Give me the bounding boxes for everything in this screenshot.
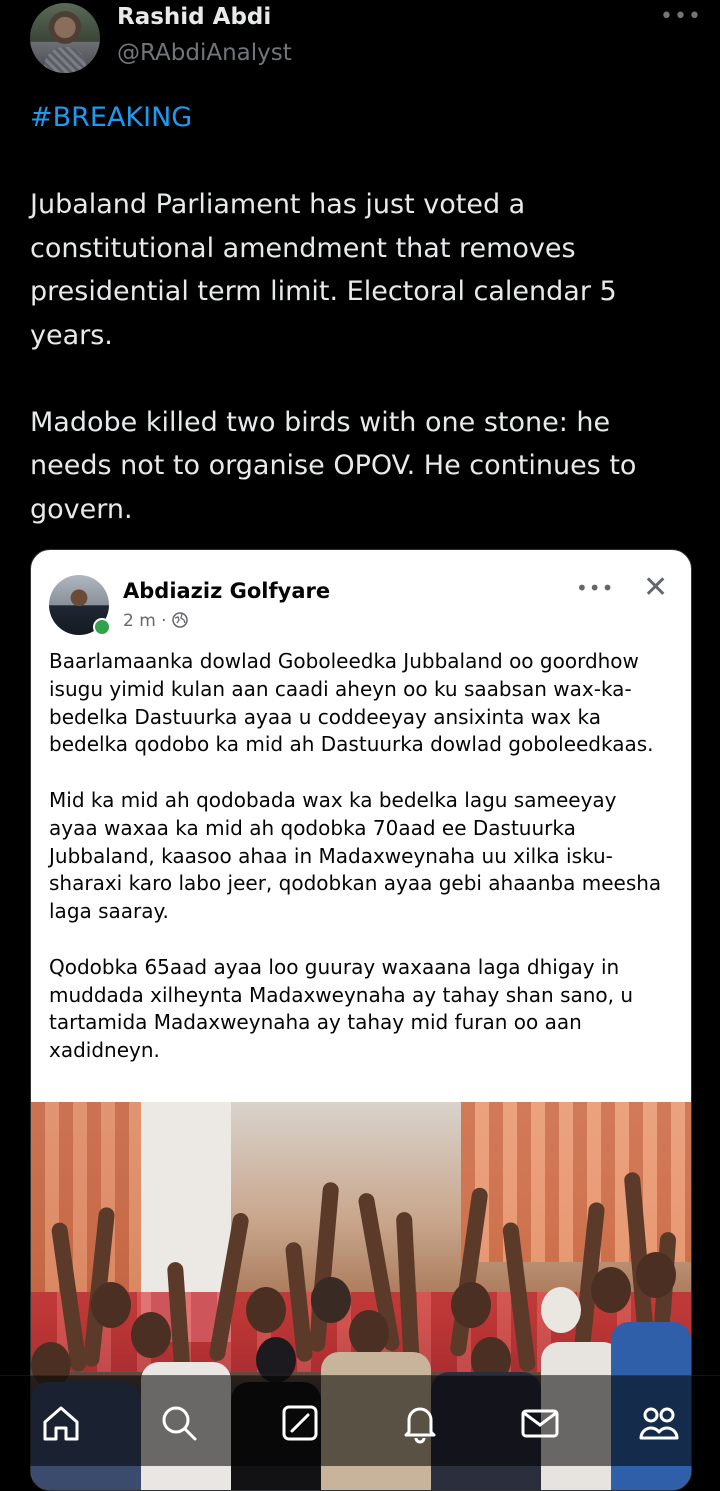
home-icon[interactable] xyxy=(40,1402,82,1444)
post-paragraph: Mid ka mid ah qodobada wax ka bedelka la… xyxy=(49,787,662,924)
author-avatar[interactable] xyxy=(30,3,100,73)
communities-icon[interactable] xyxy=(638,1402,680,1444)
post-close-icon: ✕ xyxy=(643,570,669,605)
post-time: 2 m · xyxy=(123,611,167,631)
tweet-paragraph: Madobe killed two birds with one stone: … xyxy=(30,406,637,525)
post-paragraph: Qodobka 65aad ayaa loo guuray waxaana la… xyxy=(49,954,634,1063)
bottom-navigation xyxy=(0,1375,720,1466)
post-author-name: Abdiaziz Golfyare xyxy=(123,579,331,603)
more-options-icon[interactable]: ••• xyxy=(660,4,702,29)
hashtag-link[interactable]: #BREAKING xyxy=(30,96,690,140)
post-paragraph: Baarlamaanka dowlad Goboleedka Jubbaland… xyxy=(49,649,654,757)
messages-icon[interactable] xyxy=(519,1402,561,1444)
post-body: Baarlamaanka dowlad Goboleedka Jubbaland… xyxy=(49,648,669,1093)
globe-icon xyxy=(172,611,188,631)
compose-icon[interactable] xyxy=(279,1402,321,1444)
online-status-icon xyxy=(93,618,111,636)
tweet-paragraph: Jubaland Parliament has just voted a con… xyxy=(30,189,617,351)
notifications-icon[interactable] xyxy=(399,1402,441,1444)
search-icon[interactable] xyxy=(158,1402,200,1444)
tweet-header: Rashid Abdi @RAbdiAnalyst ••• xyxy=(0,0,720,90)
post-timestamp: 2 m · xyxy=(123,611,188,631)
author-handle[interactable]: @RAbdiAnalyst xyxy=(117,40,292,66)
author-name[interactable]: Rashid Abdi xyxy=(117,4,271,30)
tweet-text: #BREAKING Jubaland Parliament has just v… xyxy=(30,96,690,531)
embedded-post-image[interactable]: Abdiaziz Golfyare 2 m · ••• ✕ Baarlamaan… xyxy=(30,549,692,1491)
post-more-icon: ••• xyxy=(576,576,615,600)
